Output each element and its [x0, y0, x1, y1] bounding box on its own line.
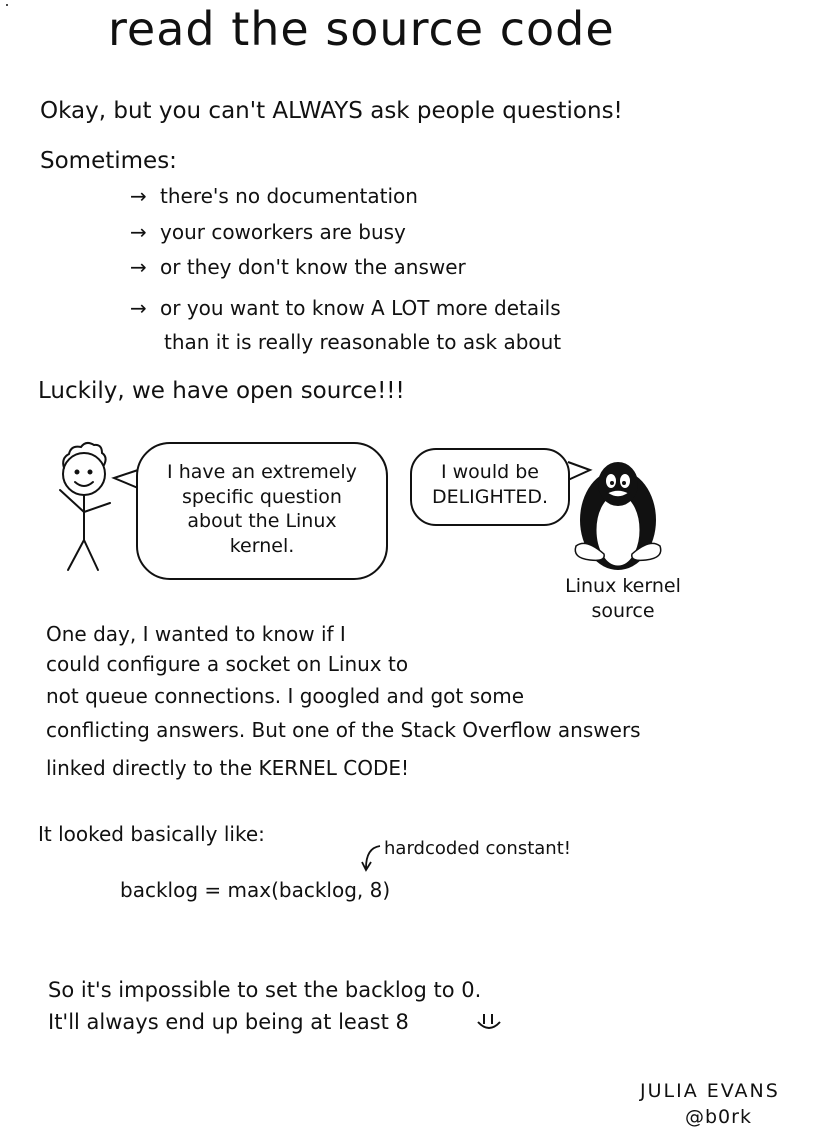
story-line: One day, I wanted to know if I	[46, 622, 346, 646]
tux-label: Linux kernel source	[565, 575, 681, 622]
tux-penguin-icon	[574, 462, 662, 570]
smiley-icon	[477, 1014, 501, 1029]
person-speech-bubble: I have an extremely specific question ab…	[136, 442, 388, 580]
stick-figure-icon	[59, 441, 111, 571]
conclusion-line: So it's impossible to set the backlog to…	[48, 978, 482, 1002]
speech-tail-left	[111, 469, 139, 489]
story-line: linked directly to the KERNEL CODE!	[46, 756, 410, 780]
speech-tail-right	[567, 461, 593, 481]
author-handle: @b0rk	[685, 1106, 752, 1128]
story-line: conflicting answers. But one of the Stac…	[46, 718, 641, 742]
code-annotation: hardcoded constant!	[384, 838, 571, 859]
looked-like-label: It looked basically like:	[38, 822, 265, 846]
annotation-arrow	[361, 845, 381, 872]
conclusion-line: It'll always end up being at least 8	[48, 1010, 409, 1034]
author-name: JULIA EVANS	[640, 1080, 780, 1102]
story-line: could configure a socket on Linux to	[46, 652, 409, 676]
tux-speech-bubble: I would be DELIGHTED.	[410, 448, 570, 526]
comic-illustration	[6, 4, 662, 1029]
story-line: not queue connections. I googled and got…	[46, 684, 525, 708]
code-snippet: backlog = max(backlog, 8)	[120, 878, 391, 902]
